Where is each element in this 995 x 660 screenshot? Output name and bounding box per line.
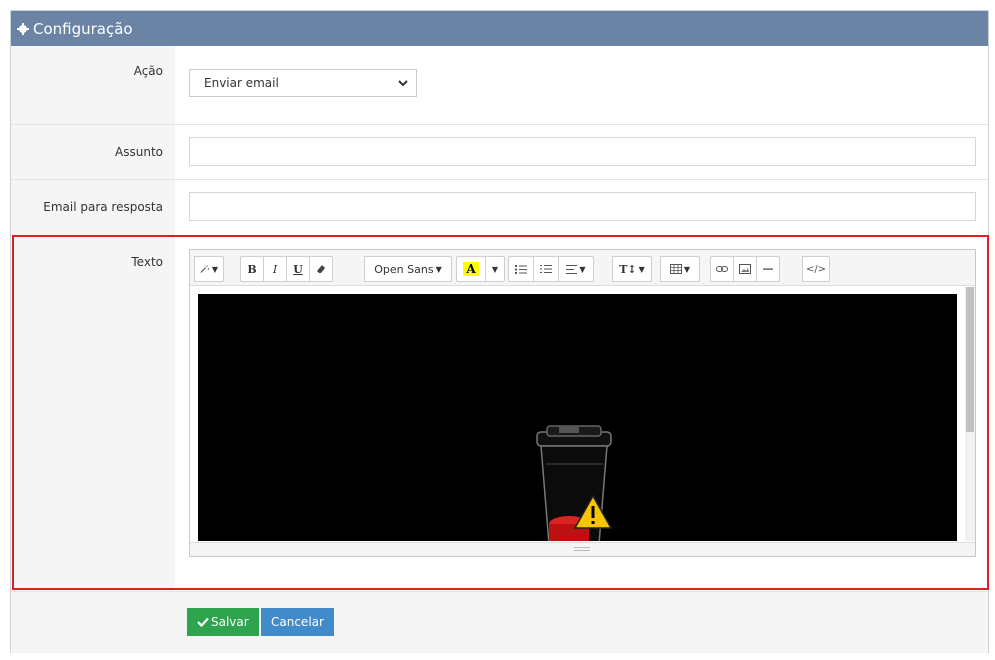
editor-toolbar: ▼ B I U Open Sans ▼ A ▼ ▼ T↕ ▼ ▼ </>	[190, 250, 975, 286]
save-button-label: Salvar	[211, 615, 249, 629]
form-footer: Salvar Cancelar	[11, 591, 988, 653]
eraser-icon	[317, 265, 325, 273]
font-family-label: Open Sans	[374, 262, 434, 276]
divider	[11, 179, 988, 180]
eraser-button[interactable]	[309, 256, 333, 282]
underline-button[interactable]: U	[286, 256, 310, 282]
table-icon	[669, 264, 682, 274]
editor-scrollbar[interactable]	[965, 287, 975, 541]
picture-button[interactable]	[733, 256, 757, 282]
assunto-input[interactable]	[189, 137, 976, 166]
rich-text-editor: ▼ B I U Open Sans ▼ A ▼ ▼ T↕ ▼ ▼ </>	[189, 249, 976, 557]
acao-select[interactable]: Enviar email	[189, 69, 417, 97]
gear-icon	[17, 22, 29, 35]
code-icon: </>	[805, 263, 827, 275]
italic-button[interactable]: I	[263, 256, 287, 282]
caret-icon: ▼	[435, 264, 442, 274]
editor-resize-handle[interactable]	[190, 542, 975, 556]
text-color-button[interactable]: A	[456, 256, 486, 282]
magic-wand-button[interactable]: ▼	[194, 256, 224, 282]
caret-icon: ▼	[683, 264, 691, 274]
texto-label: Texto	[131, 255, 163, 269]
text-color-dropdown[interactable]: ▼	[485, 256, 505, 282]
email-resposta-label: Email para resposta	[43, 200, 163, 214]
link-icon	[716, 266, 728, 272]
link-button[interactable]	[710, 256, 734, 282]
editor-content[interactable]	[190, 287, 975, 541]
bold-button[interactable]: B	[240, 256, 264, 282]
save-button[interactable]: Salvar	[187, 608, 259, 636]
assunto-label: Assunto	[115, 145, 163, 159]
cancel-button-label: Cancelar	[271, 615, 324, 629]
horizontal-rule-icon	[763, 268, 773, 270]
align-left-icon	[566, 264, 578, 274]
scrollbar-thumb[interactable]	[966, 287, 974, 432]
ordered-list-button[interactable]	[533, 256, 559, 282]
font-size-icon: T↕	[619, 262, 637, 276]
paragraph-align-button[interactable]: ▼	[558, 256, 594, 282]
unordered-list-button[interactable]	[508, 256, 534, 282]
email-resposta-input[interactable]	[189, 192, 976, 221]
configuration-panel: Configuração Ação Enviar email Assunto E…	[10, 10, 989, 653]
caret-icon: ▼	[491, 264, 499, 274]
picture-icon	[739, 264, 751, 274]
code-view-button[interactable]: </>	[802, 256, 830, 282]
caret-icon: ▼	[638, 264, 645, 274]
cancel-button[interactable]: Cancelar	[261, 608, 334, 636]
table-button[interactable]: ▼	[660, 256, 700, 282]
font-family-button[interactable]: Open Sans ▼	[364, 256, 452, 282]
check-icon	[197, 617, 209, 627]
grip-icon	[574, 547, 590, 551]
divider	[11, 124, 988, 125]
ordered-list-icon	[540, 265, 552, 273]
text-color-icon: A	[463, 262, 479, 276]
acao-label: Ação	[133, 64, 163, 78]
acao-select-value: Enviar email	[204, 76, 279, 90]
font-size-button[interactable]: T↕ ▼	[612, 256, 652, 282]
caret-icon: ▼	[211, 264, 218, 274]
magic-wand-icon	[200, 265, 210, 273]
horizontal-rule-button[interactable]	[756, 256, 780, 282]
caret-icon: ▼	[579, 264, 586, 274]
coffee-cup-warning-icon	[536, 425, 613, 541]
panel-header: Configuração	[11, 11, 988, 46]
chevron-down-icon	[398, 80, 408, 87]
panel-title: Configuração	[33, 19, 133, 38]
unordered-list-icon	[515, 265, 527, 274]
embedded-image	[198, 294, 957, 541]
